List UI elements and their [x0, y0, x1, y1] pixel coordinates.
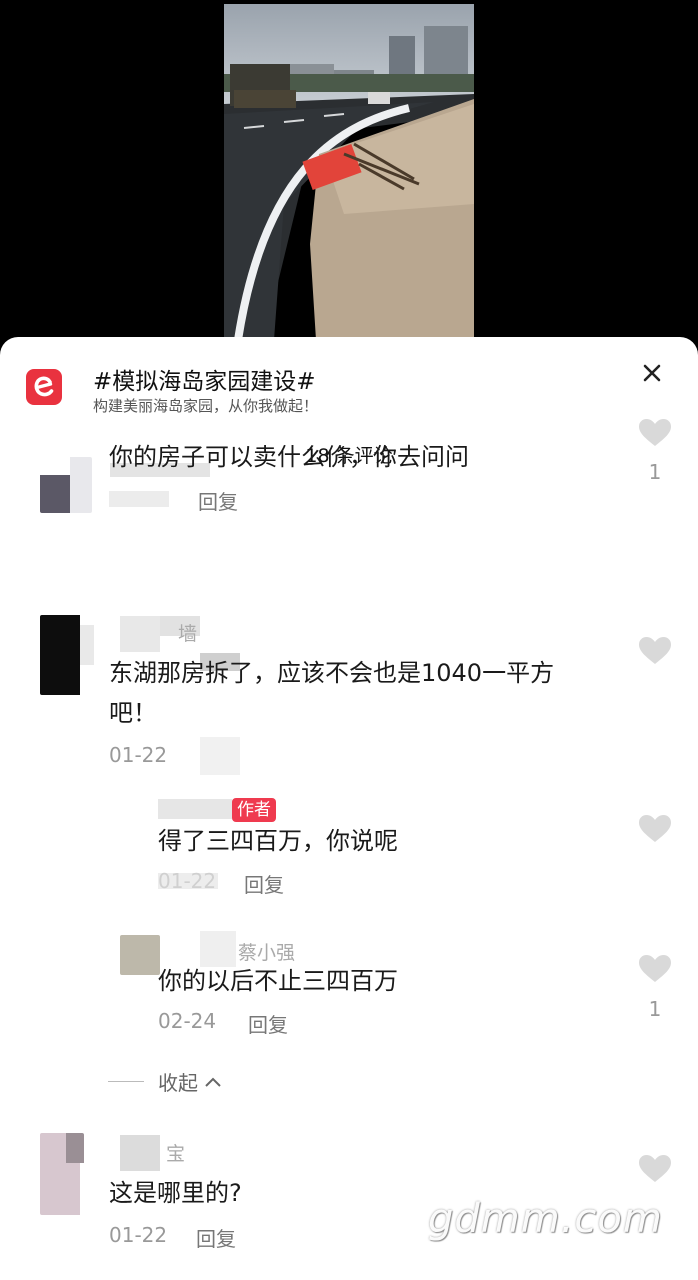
video-scene-image [224, 4, 474, 340]
chevron-up-icon [205, 1077, 221, 1087]
comments-sheet: #模拟海岛家园建设# 构建美丽海岛家园，从你我做起！ 18 条评论 你的房子可以… [0, 337, 698, 1280]
like-heart-icon[interactable] [638, 418, 672, 448]
topic-subtitle: 构建美丽海岛家园，从你我做起！ [93, 397, 319, 415]
reply-blurred [200, 737, 240, 775]
collapse-label: 收起 [158, 1071, 198, 1095]
avatar[interactable] [40, 1133, 84, 1215]
username-blurred [120, 1135, 160, 1171]
reply-button[interactable]: 回复 [244, 869, 284, 898]
username[interactable]: 宝 [166, 1139, 185, 1166]
like-count: 1 [648, 997, 662, 1021]
avatar[interactable] [40, 457, 92, 513]
like-count: 1 [648, 460, 662, 484]
comment-text-line-2: 吧！ [109, 699, 157, 727]
avatar[interactable] [120, 935, 160, 975]
video-area[interactable] [0, 0, 698, 345]
comment-text: 这是哪里的? [109, 1179, 242, 1207]
reply-button[interactable]: 回复 [198, 486, 238, 515]
like-heart-icon[interactable] [638, 1154, 672, 1184]
comment-date: 01-22 [158, 869, 217, 893]
comment-date: 02-24 [158, 1009, 217, 1033]
close-icon [643, 364, 661, 382]
username-blurred [158, 799, 232, 819]
username[interactable]: 墙 [178, 619, 197, 646]
reply-button[interactable]: 回复 [196, 1223, 236, 1252]
comment-text: 得了三四百万，你说呢 [158, 827, 398, 855]
collapse-replies-button[interactable]: 收起 [158, 1067, 222, 1096]
like-heart-icon[interactable] [638, 636, 672, 666]
like-heart-icon[interactable] [638, 954, 672, 984]
comment-text-line-1: 东湖那房拆了，应该不会也是1040一平方 [109, 659, 555, 687]
comment-list: 你的房子可以卖什么价，你去问问 回复 1 墙 东湖那房拆了，应该不会也是1040… [0, 419, 698, 1280]
reply-button[interactable]: 回复 [248, 1009, 288, 1038]
username-blurred [120, 616, 160, 652]
avatar[interactable] [40, 615, 94, 695]
comment-text: 你的以后不止三四百万 [158, 967, 398, 995]
comment-text: 你的房子可以卖什么价，你去问问 [109, 443, 469, 471]
like-heart-icon[interactable] [638, 814, 672, 844]
comment-date: 01-22 [109, 1223, 168, 1247]
comment-date: 01-22 [109, 743, 168, 767]
close-button[interactable] [638, 359, 666, 387]
video-thumbnail[interactable] [224, 4, 474, 340]
date-blurred [109, 491, 169, 507]
author-badge: 作者 [232, 798, 276, 822]
topic-logo-icon[interactable] [26, 369, 62, 405]
watermark-text: gdmm.com [428, 1196, 663, 1242]
collapse-divider [108, 1081, 144, 1082]
topic-title[interactable]: #模拟海岛家园建设# [93, 362, 316, 396]
